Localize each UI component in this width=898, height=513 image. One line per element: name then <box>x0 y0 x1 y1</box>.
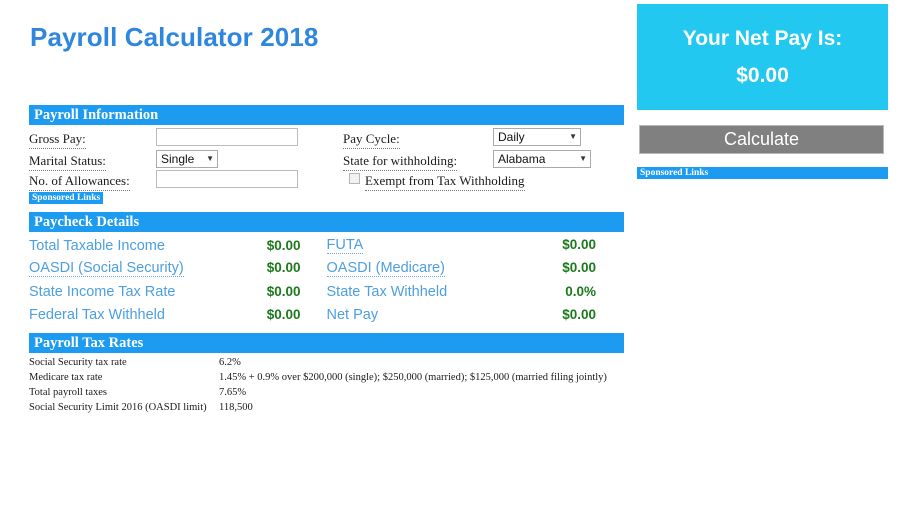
marital-status-select[interactable]: Single ▼ <box>156 150 218 168</box>
exempt-from-tax-withholding-checkbox[interactable] <box>349 173 360 184</box>
net-pay-title: Your Net Pay Is: <box>682 26 843 50</box>
page-title: Payroll Calculator 2018 <box>30 22 319 52</box>
paycheck-detail-value: $0.00 <box>266 237 301 253</box>
tax-rate-row: Social Security Limit 2016 (OASDI limit)… <box>29 400 624 415</box>
tax-rate-row: Total payroll taxes 7.65% <box>29 385 624 400</box>
sponsored-links-badge-left: Sponsored Links <box>29 192 104 204</box>
label-marital-status: Marital Status: <box>29 153 106 171</box>
chevron-down-icon: ▼ <box>579 154 587 163</box>
paycheck-detail-label: State Tax Withheld <box>326 283 448 300</box>
paycheck-detail-label: Net Pay <box>326 306 379 323</box>
label-pay-cycle: Pay Cycle: <box>343 131 400 149</box>
paycheck-detail-link[interactable]: OASDI (Medicare) <box>326 260 445 277</box>
allowances-input[interactable] <box>156 170 298 188</box>
label-no-of-allowances: No. of Allowances: <box>29 173 130 191</box>
paycheck-detail-cell-left: OASDI (Social Security) $0.00 <box>29 260 327 277</box>
label-state-for-withholding: State for withholding: <box>343 153 458 171</box>
state-withholding-select[interactable]: Alabama ▼ <box>493 150 591 168</box>
tax-rate-value: 7.65% <box>219 387 247 398</box>
tax-rate-name: Total payroll taxes <box>29 387 107 398</box>
paycheck-detail-value: 0.0% <box>565 283 596 299</box>
paycheck-detail-row: OASDI (Social Security) $0.00 OASDI (Medic… <box>29 257 624 280</box>
sponsored-links-badge-right: Sponsored Links <box>637 167 888 179</box>
paycheck-detail-cell-left: Total Taxable Income $0.00 <box>29 238 327 254</box>
pay-cycle-selected-value: Daily <box>498 130 525 144</box>
payroll-tax-rates-table: Social Security tax rate 6.2% Medicare tax… <box>29 355 624 415</box>
paycheck-detail-value: $0.00 <box>562 237 596 252</box>
section-header-payroll-tax-rates: Payroll Tax Rates <box>29 333 624 353</box>
pay-cycle-select[interactable]: Daily ▼ <box>493 128 581 146</box>
gross-pay-input[interactable] <box>156 128 298 146</box>
tax-rate-name: Social Security tax rate <box>29 357 127 368</box>
main-content-column: Payroll Calculator 2018 Payroll Informat… <box>0 0 630 513</box>
tax-rate-value: 118,500 <box>219 402 253 413</box>
net-pay-amount: $0.00 <box>736 63 789 87</box>
state-withholding-selected-value: Alabama <box>498 152 546 166</box>
paycheck-detail-label: Federal Tax Withheld <box>29 306 165 323</box>
paycheck-detail-value: $0.00 <box>266 306 301 322</box>
paycheck-detail-link[interactable]: OASDI (Social Security) <box>29 260 184 277</box>
paycheck-detail-link[interactable]: FUTA <box>326 237 364 254</box>
paycheck-detail-label: State Income Tax Rate <box>29 283 176 300</box>
tax-rate-name: Medicare tax rate <box>29 372 103 383</box>
paycheck-detail-cell-right: State Tax Withheld 0.0% <box>327 284 625 300</box>
paycheck-details-table: Total Taxable Income $0.00 FUTA $0.00 OASDI … <box>29 234 624 326</box>
chevron-down-icon: ▼ <box>206 154 214 163</box>
paycheck-detail-row: Total Taxable Income $0.00 FUTA $0.00 <box>29 234 624 257</box>
paycheck-detail-cell-left: State Income Tax Rate $0.00 <box>29 284 327 300</box>
marital-status-selected-value: Single <box>161 152 195 166</box>
tax-rate-value: 6.2% <box>219 357 241 368</box>
tax-rate-row: Social Security tax rate 6.2% <box>29 355 624 370</box>
tax-rate-row: Medicare tax rate 1.45% + 0.9% over $200,… <box>29 370 624 385</box>
paycheck-detail-value: $0.00 <box>562 306 596 322</box>
paycheck-detail-cell-right: Net Pay $0.00 <box>327 307 625 323</box>
section-header-paycheck-details: Paycheck Details <box>29 212 624 232</box>
tax-rate-value: 1.45% + 0.9% over $200,000 (single); $25… <box>219 372 607 383</box>
tax-rate-name: Social Security Limit 2016 (OASDI limit) <box>29 402 207 413</box>
section-header-payroll-information: Payroll Information <box>29 105 624 125</box>
paycheck-detail-cell-right: OASDI (Medicare) $0.00 <box>326 260 625 277</box>
paycheck-detail-label: Total Taxable Income <box>29 237 165 254</box>
label-gross-pay: Gross Pay: <box>29 131 86 149</box>
paycheck-detail-value: $0.00 <box>562 260 596 275</box>
paycheck-detail-row: State Income Tax Rate $0.00 State Tax With… <box>29 280 624 303</box>
paycheck-detail-row: Federal Tax Withheld $0.00 Net Pay $0.00 <box>29 303 624 326</box>
calculate-button[interactable]: Calculate <box>639 125 884 154</box>
net-pay-result-box: Your Net Pay Is: $0.00 <box>637 4 888 110</box>
label-exempt-from-tax-withholding: Exempt from Tax Withholding <box>365 173 525 191</box>
paycheck-detail-value: $0.00 <box>266 283 301 299</box>
paycheck-detail-cell-left: Federal Tax Withheld $0.00 <box>29 307 327 323</box>
chevron-down-icon: ▼ <box>569 132 577 141</box>
paycheck-detail-value: $0.00 <box>266 260 301 275</box>
paycheck-detail-cell-right: FUTA $0.00 <box>326 237 625 254</box>
results-column: Your Net Pay Is: $0.00 <box>630 0 898 513</box>
